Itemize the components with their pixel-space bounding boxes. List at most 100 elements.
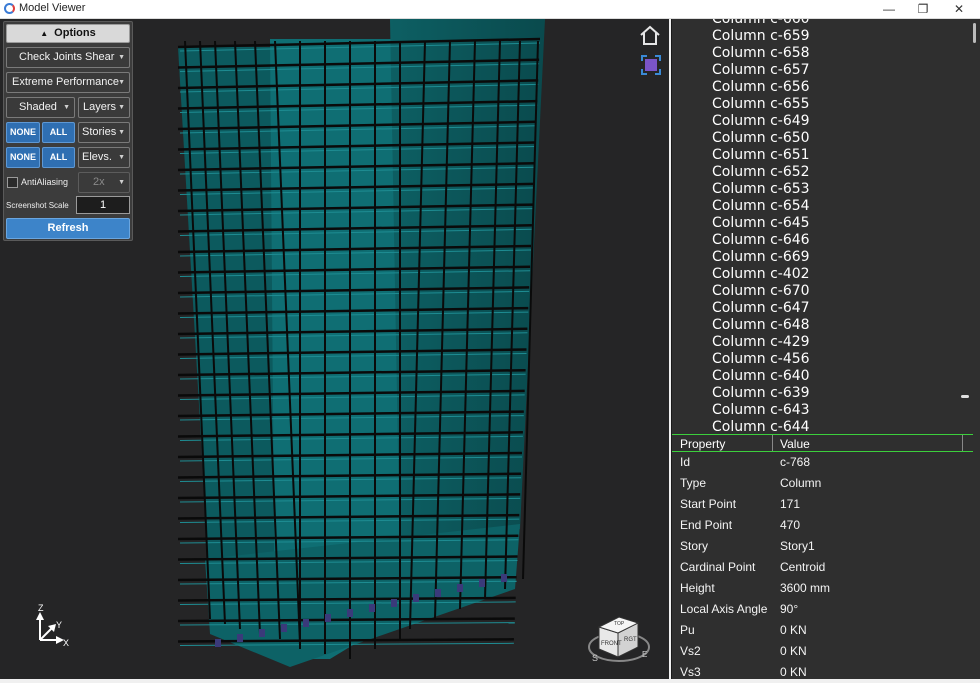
column-divider[interactable] bbox=[772, 435, 773, 451]
list-scrollbar[interactable] bbox=[973, 23, 976, 43]
list-item[interactable]: Column c-649 bbox=[672, 113, 980, 130]
stories-dropdown[interactable]: Stories ▼ bbox=[78, 122, 130, 143]
list-item[interactable]: Column c-653 bbox=[672, 181, 980, 198]
title-bar: Model Viewer — ❐ ✕ bbox=[0, 0, 980, 19]
table-row[interactable]: Type Column bbox=[672, 473, 980, 494]
cube-right-label: RGT bbox=[624, 637, 637, 643]
antialiasing-level-dropdown[interactable]: 2x ▼ bbox=[78, 172, 130, 193]
list-item[interactable]: Column c-669 bbox=[672, 249, 980, 266]
list-item[interactable]: Column c-456 bbox=[672, 351, 980, 368]
list-item[interactable]: Column c-643 bbox=[672, 402, 980, 419]
app-logo-icon bbox=[4, 3, 15, 14]
refresh-button[interactable]: Refresh bbox=[6, 218, 130, 239]
list-item[interactable]: Column c-652 bbox=[672, 164, 980, 181]
column-divider[interactable] bbox=[962, 435, 963, 451]
cube-south-label: S bbox=[592, 653, 598, 663]
cube-east-label: E bbox=[642, 650, 647, 659]
list-item[interactable]: Column c-654 bbox=[672, 198, 980, 215]
layers-value: Layers bbox=[83, 101, 117, 113]
list-item[interactable]: Column c-646 bbox=[672, 232, 980, 249]
property-key: Story bbox=[680, 539, 709, 553]
restore-button[interactable]: ❐ bbox=[906, 0, 940, 18]
property-value: 470 bbox=[780, 518, 801, 532]
table-row[interactable]: End Point 470 bbox=[672, 515, 980, 536]
property-key: Cardinal Point bbox=[680, 560, 756, 574]
list-item[interactable]: Column c-648 bbox=[672, 317, 980, 334]
property-key: Start Point bbox=[680, 497, 737, 511]
list-item[interactable]: Column c-402 bbox=[672, 266, 980, 283]
property-key: Height bbox=[680, 581, 715, 595]
list-item[interactable]: Column c-657 bbox=[672, 62, 980, 79]
list-item[interactable]: Column c-660 bbox=[672, 19, 980, 28]
list-item[interactable]: Column c-429 bbox=[672, 334, 980, 351]
list-item[interactable]: Column c-647 bbox=[672, 300, 980, 317]
property-key: Pu bbox=[680, 623, 695, 637]
table-row[interactable]: Cardinal Point Centroid bbox=[672, 557, 980, 578]
property-table-header: Property Value bbox=[672, 434, 973, 452]
elevs-dropdown[interactable]: Elevs. ▼ bbox=[78, 147, 130, 168]
stories-all-button[interactable]: ALL bbox=[42, 122, 75, 143]
list-item[interactable]: Column c-670 bbox=[672, 283, 980, 300]
table-row[interactable]: Start Point 171 bbox=[672, 494, 980, 515]
performance-dropdown[interactable]: Extreme Performance ▼ bbox=[6, 72, 130, 93]
property-value: 90° bbox=[780, 602, 799, 616]
close-button[interactable]: ✕ bbox=[942, 0, 976, 18]
table-row[interactable]: Height 3600 mm bbox=[672, 578, 980, 599]
elevs-all-button[interactable]: ALL bbox=[42, 147, 75, 168]
chevron-down-icon: ▼ bbox=[118, 179, 125, 186]
table-row[interactable]: Local Axis Angle 90° bbox=[672, 599, 980, 620]
list-item[interactable]: Column c-651 bbox=[672, 147, 980, 164]
list-item[interactable]: Column c-639 bbox=[672, 385, 980, 402]
options-header[interactable]: ▲ Options bbox=[6, 24, 130, 43]
fit-view-icon[interactable] bbox=[640, 54, 662, 76]
list-item[interactable]: Column c-650 bbox=[672, 130, 980, 147]
property-value: Story1 bbox=[780, 539, 815, 553]
shading-dropdown[interactable]: Shaded ▼ bbox=[6, 97, 75, 118]
elevs-none-button[interactable]: NONE bbox=[6, 147, 40, 168]
check-mode-dropdown[interactable]: Check Joints Shear ▼ bbox=[6, 47, 130, 68]
list-item[interactable]: Column c-655 bbox=[672, 96, 980, 113]
property-value: 3600 mm bbox=[780, 581, 831, 595]
axis-triad: Z Y X bbox=[36, 603, 69, 648]
property-key: Id bbox=[680, 455, 691, 469]
screenshot-scale-input[interactable]: 1 bbox=[76, 196, 130, 214]
stories-none-button[interactable]: NONE bbox=[6, 122, 40, 143]
table-row[interactable]: Vs3 0 KN bbox=[672, 662, 980, 683]
list-scroll-indicator[interactable] bbox=[961, 395, 969, 398]
orientation-cube[interactable]: FRONT RGT TOP S E bbox=[584, 603, 654, 671]
options-header-label: Options bbox=[54, 27, 96, 39]
list-item[interactable]: Column c-644 bbox=[672, 419, 980, 434]
property-table: Id c-768 Type Column Start Point 171 End Point… bbox=[672, 452, 980, 683]
list-item[interactable]: Column c-656 bbox=[672, 79, 980, 96]
cube-front-label: FRONT bbox=[601, 641, 622, 647]
chevron-down-icon: ▼ bbox=[118, 129, 125, 136]
chevron-down-icon: ▼ bbox=[118, 104, 125, 111]
layers-dropdown[interactable]: Layers ▼ bbox=[78, 97, 130, 118]
list-item[interactable]: Column c-640 bbox=[672, 368, 980, 385]
options-panel: ▲ Options Check Joints Shear ▼ Extreme Pe… bbox=[3, 21, 133, 241]
property-key: Type bbox=[680, 476, 707, 490]
axis-x-label: X bbox=[63, 638, 69, 648]
minimize-button[interactable]: — bbox=[872, 0, 906, 18]
list-item[interactable]: Column c-658 bbox=[672, 45, 980, 62]
chevron-down-icon: ▼ bbox=[63, 104, 70, 111]
antialiasing-level-value: 2x bbox=[93, 176, 105, 188]
property-column-header[interactable]: Property bbox=[680, 437, 725, 451]
property-value: 171 bbox=[780, 497, 801, 511]
table-row[interactable]: Pu 0 KN bbox=[672, 620, 980, 641]
element-list[interactable]: Column c-660 Column c-659 Column c-658 Colu… bbox=[672, 19, 980, 434]
list-item[interactable]: Column c-659 bbox=[672, 28, 980, 45]
cube-top-label: TOP bbox=[614, 621, 625, 627]
value-column-header[interactable]: Value bbox=[780, 437, 810, 451]
antialiasing-checkbox[interactable] bbox=[7, 177, 18, 188]
list-item[interactable]: Column c-645 bbox=[672, 215, 980, 232]
table-row[interactable]: Vs2 0 KN bbox=[672, 641, 980, 662]
table-row[interactable]: Id c-768 bbox=[672, 452, 980, 473]
property-value: 0 KN bbox=[780, 644, 807, 658]
shading-value: Shaded bbox=[19, 101, 57, 113]
chevron-down-icon: ▼ bbox=[118, 154, 125, 161]
home-icon[interactable] bbox=[638, 24, 662, 46]
antialiasing-label: AntiAliasing bbox=[21, 177, 69, 187]
right-panel: Column c-660 Column c-659 Column c-658 Colu… bbox=[671, 19, 980, 679]
table-row[interactable]: Story Story1 bbox=[672, 536, 980, 557]
